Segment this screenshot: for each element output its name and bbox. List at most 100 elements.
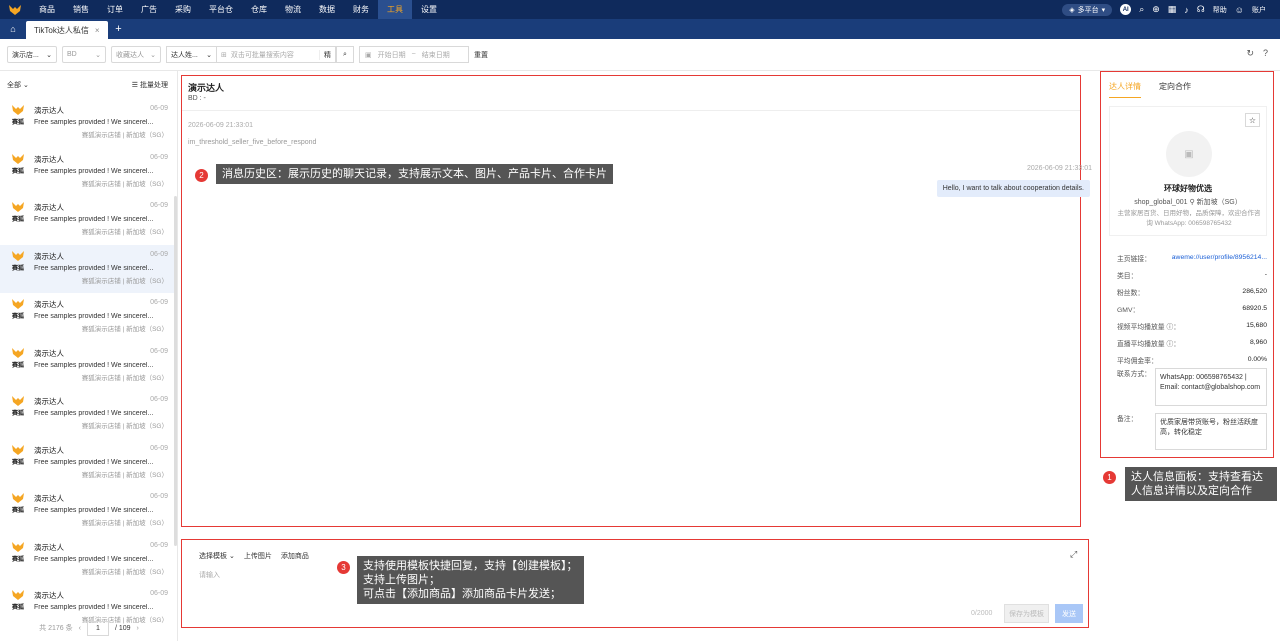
conversation-name: 演示达人 [34, 591, 64, 600]
tab-creator-detail[interactable]: 达人详情 [1109, 81, 1141, 98]
save-template-button[interactable]: 保存为模板 [1004, 604, 1049, 623]
avatar-text: 赛狐 [11, 314, 24, 320]
pagination: 共 2176 条 ‹ 1 / 109 › [0, 615, 178, 641]
platform-selector[interactable]: ◈ 多平台 ▾ [1062, 3, 1113, 16]
nav-item[interactable]: 销售 [64, 0, 98, 19]
template-select[interactable]: 选择模板 ⌄ [199, 551, 235, 561]
add-product-button[interactable]: 添加商品 [281, 551, 309, 561]
filter-icon: ⊞ [221, 51, 227, 59]
conversation-date: 06-09 [150, 396, 168, 403]
bd-select[interactable]: BD ⌄ [62, 46, 106, 63]
conversation-preview: Free samples provided ! We sincerel... [34, 555, 154, 563]
nav-item[interactable]: 设置 [412, 0, 446, 19]
conversation-preview: Free samples provided ! We sincerel... [34, 458, 154, 466]
calendar-icon: ▣ [365, 51, 372, 59]
tab-targeted-coop[interactable]: 定向合作 [1159, 81, 1191, 98]
app-logo-icon[interactable] [0, 0, 30, 19]
conversation-preview: Free samples provided ! We sincerel... [34, 313, 154, 320]
prev-page-icon[interactable]: ‹ [79, 625, 81, 632]
list-icon: ☰ [131, 82, 139, 89]
chevron-down-icon: ⌄ [22, 82, 29, 89]
conversation-item[interactable]: 赛狐 演示达人 06-09 Free samples provided ! We si… [0, 439, 177, 488]
account-menu[interactable]: 账户 [1252, 5, 1266, 15]
search-input[interactable]: 双击可批量搜索内容 [231, 50, 319, 60]
send-button[interactable]: 发送 [1055, 604, 1083, 623]
close-icon[interactable]: × [95, 26, 100, 35]
stat-row: 直播平均播放量 ⓘ： 8,960 [1117, 334, 1267, 351]
home-icon[interactable]: ⌂ [0, 19, 26, 39]
nav-item[interactable]: 工具 [378, 0, 412, 19]
nav-item[interactable]: 数据 [310, 0, 344, 19]
search-icon[interactable]: ⌕ [336, 46, 354, 63]
nav-item[interactable]: 广告 [132, 0, 166, 19]
tooltip-info-panel: 达人信息面板：支持查看达 人信息详情以及定向合作 [1125, 467, 1277, 501]
headset-icon[interactable]: ☊ [1197, 4, 1205, 15]
conversation-name: 演示达人 [34, 348, 64, 358]
add-tab-button[interactable]: + [108, 19, 130, 39]
chevron-down-icon: ⌄ [206, 51, 212, 59]
stat-row: 平均佣金率： 0.00% [1117, 351, 1267, 368]
conversation-item[interactable]: 赛狐 演示达人 06-09 Free samples provided ! We si… [0, 196, 177, 245]
nav-item[interactable]: 采购 [166, 0, 200, 19]
upload-image-button[interactable]: 上传图片 [244, 551, 272, 561]
page-input[interactable]: 1 [86, 620, 109, 636]
conversation-preview: Free samples provided ! We sincerel... [34, 507, 154, 514]
filter-all-select[interactable]: 全部 ⌄ [7, 80, 29, 90]
shop-select[interactable]: 演示店... ⌄ [7, 46, 57, 63]
avatar-text: 赛狐 [11, 217, 24, 223]
nav-item[interactable]: 订单 [98, 0, 132, 19]
creator-field-select[interactable]: 达人姓... ⌄ [167, 47, 217, 62]
tooltip-composer: 支持使用模板快捷回复，支持【创建模板】； 支持上传图片； 可点击【添加商品】添加… [357, 556, 584, 604]
refresh-icon[interactable]: ↻ [1246, 48, 1254, 59]
conversation-item[interactable]: 赛狐 演示达人 06-09 Free samples provided ! We si… [0, 293, 177, 342]
conversation-preview: Free samples provided ! We sincerel... [34, 216, 154, 223]
avatar-text: 赛狐 [11, 362, 24, 369]
help-link[interactable]: 帮助 [1213, 5, 1227, 15]
star-icon[interactable]: ☆ [1245, 113, 1260, 127]
download-icon[interactable]: ⊕ [1152, 4, 1160, 15]
ai-button[interactable]: AI [1120, 4, 1132, 15]
avatar: 赛狐 [9, 105, 27, 127]
conversation-item[interactable]: 赛狐 演示达人 06-09 Free samples provided ! We si… [0, 536, 177, 585]
conversation-item[interactable]: 赛狐 演示达人 06-09 Free samples provided ! We si… [0, 244, 177, 293]
expand-icon[interactable]: ⤢ [1070, 549, 1077, 560]
batch-process-button[interactable]: ☰ 批量处理 [132, 80, 168, 90]
creator-description: 主营家居百货、日用好物，品质保障，欢迎合作咨 询 WhatsApp: 00659… [1114, 209, 1264, 229]
note-textarea[interactable]: 优质家居带货账号，粉丝活跃度高，转化稳定 [1155, 413, 1267, 450]
tip-badge: 2 [195, 169, 208, 182]
conversation-name: 演示达人 [34, 154, 64, 164]
conversation-item[interactable]: 赛狐 演示达人 06-09 Free samples provided ! We si… [0, 390, 177, 439]
grid-icon[interactable]: ▦ [1168, 4, 1177, 15]
divider [182, 110, 1080, 111]
help-icon[interactable]: ? [1263, 48, 1268, 59]
stat-value: - [1264, 271, 1267, 278]
nav-item[interactable]: 平台仓 [200, 0, 242, 19]
nav-item[interactable]: 商品 [30, 0, 64, 19]
precise-search-button[interactable]: 精 [319, 49, 335, 60]
tab-tiktok-messages[interactable]: TikTok达人私信 × [26, 21, 108, 39]
profile-link[interactable]: aweme://user/profile/8956214... [1172, 254, 1267, 261]
favorites-select[interactable]: 收藏达人 ⌄ [111, 46, 161, 63]
conversation-name: 演示达人 [34, 397, 64, 406]
next-page-icon[interactable]: › [137, 625, 139, 632]
avatar-text: 赛狐 [11, 508, 24, 514]
stat-row: GMV： 68920.5 [1117, 300, 1267, 317]
conversation-preview: Free samples provided ! We sincerel... [34, 410, 154, 417]
reset-button[interactable]: 重置 [474, 50, 488, 60]
nav-item[interactable]: 财务 [344, 0, 378, 19]
conversation-date: 06-09 [150, 299, 168, 306]
search-icon[interactable]: ⌕ [1139, 4, 1144, 15]
conversation-item[interactable]: 赛狐 演示达人 06-09 Free samples provided ! We si… [0, 342, 177, 391]
message-input[interactable]: 请输入 [199, 570, 220, 580]
scrollbar[interactable] [174, 196, 177, 546]
contact-textarea[interactable]: WhatsApp: 006598765432 | Email: contact@… [1155, 368, 1267, 406]
conversation-item[interactable]: 赛狐 演示达人 06-09 Free samples provided ! We si… [0, 487, 177, 536]
conversation-item[interactable]: 赛狐 演示达人 06-09 Free samples provided ! We si… [0, 99, 177, 148]
conversation-preview: Free samples provided ! We sincerel... [34, 167, 154, 175]
date-range-picker[interactable]: ▣ 开始日期 ~ 结束日期 [359, 46, 469, 63]
bell-icon[interactable]: ♪ [1184, 5, 1189, 15]
user-icon[interactable]: ☺ [1235, 5, 1244, 15]
nav-item[interactable]: 仓库 [242, 0, 276, 19]
conversation-item[interactable]: 赛狐 演示达人 06-09 Free samples provided ! We si… [0, 148, 177, 197]
nav-item[interactable]: 物流 [276, 0, 310, 19]
